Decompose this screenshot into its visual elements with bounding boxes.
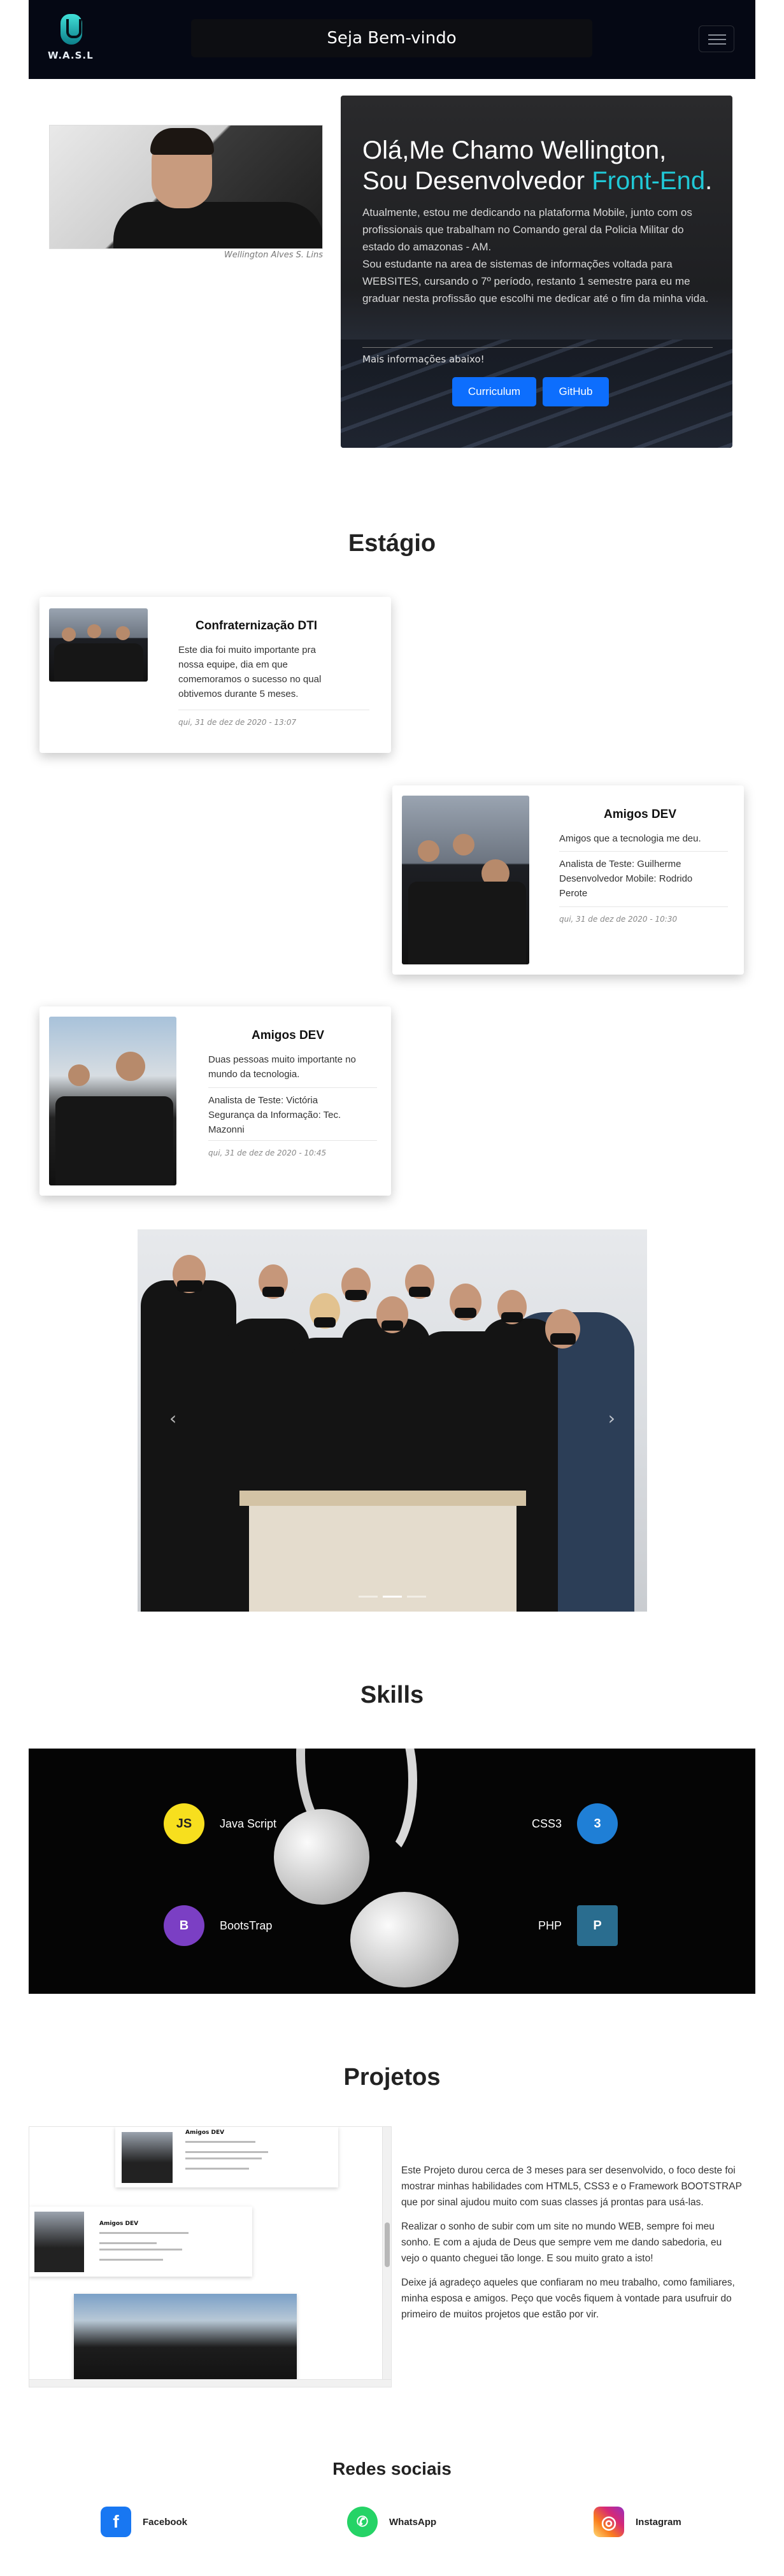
estagio-card[interactable]: Confraternização DTI Este dia foi muito …	[39, 597, 391, 753]
carousel-prev-icon[interactable]: ‹	[169, 1408, 176, 1429]
carousel-next-icon[interactable]: ›	[608, 1408, 615, 1429]
projetos-title: Projetos	[343, 2064, 441, 2091]
instagram-link[interactable]: ◎ Instagram	[594, 2507, 681, 2537]
instagram-icon: ◎	[594, 2507, 624, 2537]
card-image	[49, 1017, 176, 1185]
intro-paragraph-2: Sou estudante na area de sistemas de inf…	[362, 258, 709, 304]
navbar: W.A.S.L Seja Bem-vindo	[29, 0, 755, 79]
intro-divider	[362, 347, 713, 348]
intro-heading: Olá,Me Chamo Wellington, Sou Desenvolved…	[362, 135, 719, 196]
project-preview-frame[interactable]: Amigos DEV Amigos DEV	[29, 2126, 392, 2387]
hamburger-icon	[708, 39, 726, 40]
php-icon: P	[577, 1905, 618, 1946]
navbar-title: Seja Bem-vindo	[191, 19, 592, 57]
project-paragraph: Deixe já agradeço aqueles que confiaram …	[401, 2277, 735, 2320]
social-title: Redes sociais	[332, 2459, 452, 2479]
logo-icon	[61, 14, 82, 45]
intro-heading-line2: Sou Desenvolvedor	[362, 167, 592, 195]
carousel-indicator[interactable]	[359, 1596, 378, 1598]
github-button[interactable]: GitHub	[543, 377, 609, 406]
whatsapp-icon: ✆	[347, 2507, 378, 2537]
profile-photo	[49, 125, 323, 249]
curriculum-button[interactable]: Curriculum	[452, 377, 536, 406]
photo-carousel[interactable]: ‹ ›	[138, 1229, 647, 1612]
intro-text: Atualmente, estou me dedicando na plataf…	[362, 204, 719, 307]
whatsapp-label: WhatsApp	[389, 2516, 437, 2528]
card-text-secondary: Analista de Teste: Victória Segurança da…	[208, 1095, 341, 1135]
project-paragraph: Realizar o sonho de subir com um site no…	[401, 2221, 722, 2264]
carousel-indicators	[138, 1596, 647, 1598]
card-title: Confraternização DTI	[196, 619, 318, 633]
preview-photo	[74, 2294, 297, 2383]
skill-css3: CSS3 3	[532, 1803, 618, 1844]
intro-card: Olá,Me Chamo Wellington, Sou Desenvolved…	[341, 96, 732, 448]
card-date: qui, 31 de dez de 2020 - 13:07	[178, 718, 297, 727]
preview-card-title: Amigos DEV	[99, 2221, 139, 2227]
skill-label: BootsTrap	[220, 1919, 273, 1932]
skills-panel: JS Java Script CSS3 3 B BootsTrap PHP P	[29, 1749, 755, 1994]
estagio-title: Estágio	[348, 530, 436, 557]
more-info-text: Mais informações abaixo!	[362, 354, 485, 365]
carousel-table-top	[239, 1491, 526, 1506]
intro-paragraph-1: Atualmente, estou me dedicando na plataf…	[362, 206, 692, 253]
card-image	[402, 796, 529, 964]
preview-card: Amigos DEV	[115, 2127, 338, 2187]
intro-heading-accent: Front-End	[592, 167, 706, 195]
project-paragraph: Este Projeto durou cerca de 3 meses para…	[401, 2165, 742, 2208]
carousel-indicator[interactable]	[407, 1596, 426, 1598]
skill-label: Java Script	[220, 1817, 277, 1830]
carousel-table	[249, 1497, 517, 1612]
card-text: Duas pessoas muito importante no mundo d…	[208, 1054, 356, 1080]
card-text: Amigos que a tecnologia me deu.	[559, 833, 701, 844]
card-title: Amigos DEV	[604, 808, 677, 821]
skill-php: PHP P	[538, 1905, 618, 1946]
css3-icon: 3	[577, 1803, 618, 1844]
card-date: qui, 31 de dez de 2020 - 10:30	[559, 915, 678, 924]
intro-heading-suffix: .	[705, 167, 713, 195]
card-text-secondary: Analista de Teste: Guilherme Desenvolved…	[559, 859, 693, 899]
javascript-icon: JS	[164, 1803, 204, 1844]
preview-horizontal-scrollbar[interactable]	[29, 2379, 391, 2387]
skills-title: Skills	[360, 1682, 424, 1708]
hamburger-icon	[708, 43, 726, 45]
hamburger-icon	[708, 34, 726, 36]
facebook-icon: f	[101, 2507, 131, 2537]
profile-photo-caption: Wellington Alves S. Lins	[224, 250, 323, 260]
skill-bootstrap: B BootsTrap	[164, 1905, 272, 1946]
menu-toggle-button[interactable]	[699, 25, 734, 52]
preview-card-title: Amigos DEV	[185, 2129, 225, 2136]
project-description: Este Projeto durou cerca de 3 meses para…	[401, 2163, 742, 2331]
skill-javascript: JS Java Script	[164, 1803, 276, 1844]
card-title: Amigos DEV	[252, 1029, 325, 1042]
facebook-link[interactable]: f Facebook	[101, 2507, 187, 2537]
skill-label: PHP	[538, 1919, 562, 1932]
bootstrap-icon: B	[164, 1905, 204, 1946]
intro-heading-line1: Olá,Me Chamo Wellington,	[362, 136, 667, 164]
preview-card: Amigos DEV	[29, 2207, 252, 2277]
instagram-label: Instagram	[636, 2516, 681, 2528]
estagio-card[interactable]: Amigos DEV Duas pessoas muito importante…	[39, 1006, 391, 1196]
facebook-label: Facebook	[143, 2516, 188, 2528]
brand-logo[interactable]: W.A.S.L	[48, 14, 94, 65]
estagio-card[interactable]: Amigos DEV Amigos que a tecnologia me de…	[392, 785, 744, 975]
earbud-decoration	[274, 1809, 369, 1905]
card-image	[49, 608, 148, 682]
card-text: Este dia foi muito importante pra nossa …	[178, 645, 322, 699]
skill-label: CSS3	[532, 1817, 562, 1830]
card-date: qui, 31 de dez de 2020 - 10:45	[208, 1148, 327, 1157]
preview-scrollbar[interactable]	[382, 2127, 391, 2387]
logo-text: W.A.S.L	[48, 50, 94, 61]
carousel-indicator[interactable]	[383, 1596, 402, 1598]
whatsapp-link[interactable]: ✆ WhatsApp	[347, 2507, 436, 2537]
